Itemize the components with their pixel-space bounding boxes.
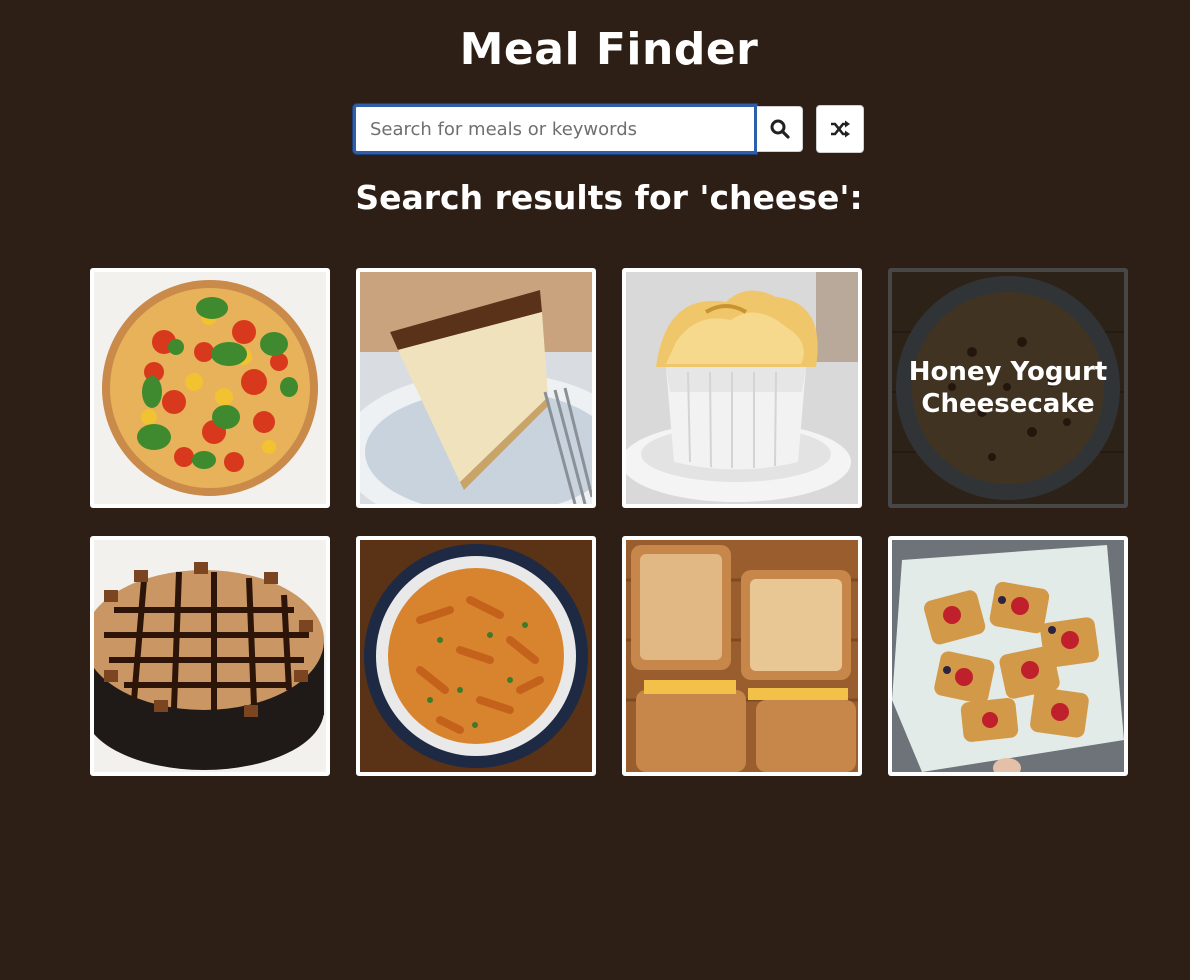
meal-card[interactable] [90,268,330,508]
app-title: Meal Finder [459,24,759,75]
meal-card[interactable] [622,268,862,508]
meal-card[interactable] [356,268,596,508]
meal-image [360,540,592,772]
search-form [353,104,864,154]
random-meal-button[interactable] [816,105,864,153]
meal-image [94,540,326,772]
results-heading: Search results for 'cheese': [355,178,863,217]
meal-image [360,272,592,504]
meal-image [626,272,858,504]
search-button[interactable] [757,106,803,152]
shuffle-icon [831,120,850,138]
search-input[interactable] [353,104,757,154]
meal-image [94,272,326,504]
meal-card[interactable]: Honey Yogurt Cheesecake [888,268,1128,508]
meal-card[interactable] [622,536,862,776]
meal-image [892,540,1124,772]
meal-image [626,540,858,772]
meal-card[interactable] [90,536,330,776]
search-icon [770,119,790,139]
meal-name: Honey Yogurt Cheesecake [908,357,1108,419]
meal-info-overlay: Honey Yogurt Cheesecake [892,272,1124,504]
meal-card[interactable] [888,536,1128,776]
meal-card[interactable] [356,536,596,776]
